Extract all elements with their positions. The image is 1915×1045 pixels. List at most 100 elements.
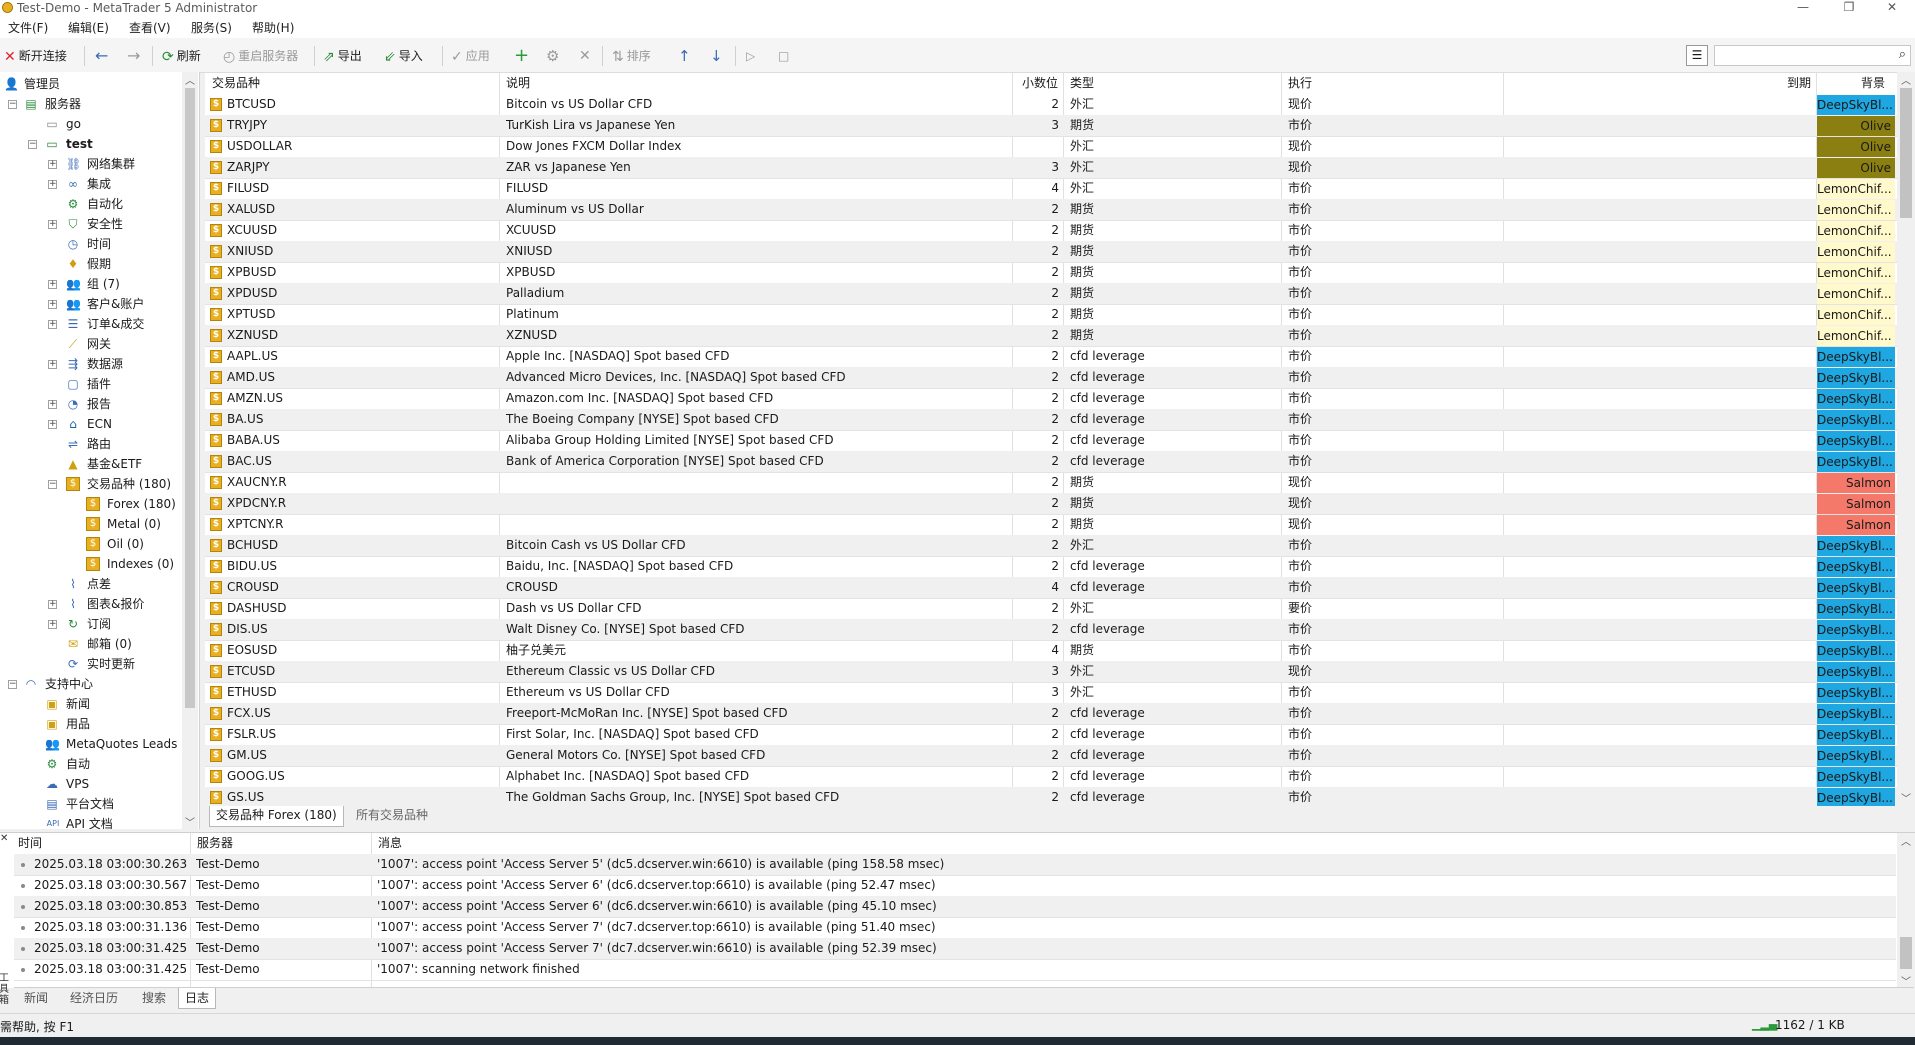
- table-row[interactable]: $ XCUUSD XCUUSD 2 期货 市价 LemonChif...: [205, 220, 1897, 242]
- nav-item[interactable]: + ☰ 订单&成交: [0, 314, 182, 334]
- navigator-scroll-thumb[interactable]: [185, 88, 195, 708]
- nav-item[interactable]: + ⛓ 网络集群: [0, 154, 182, 174]
- nav-item[interactable]: + ⌇ 图表&报价: [0, 594, 182, 614]
- table-row[interactable]: $ XPBUSD XPBUSD 2 期货 市价 LemonChif...: [205, 262, 1897, 284]
- nav-item[interactable]: $ Indexes (0): [0, 554, 182, 574]
- nav-item[interactable]: + 👥 组 (7): [0, 274, 182, 294]
- nav-item[interactable]: ⌇ 点差: [0, 574, 182, 594]
- nav-item[interactable]: ☁ VPS: [0, 774, 182, 794]
- nav-item[interactable]: + ⌂ ECN: [0, 414, 182, 434]
- forward-button[interactable]: →: [127, 47, 140, 65]
- table-row[interactable]: $ BA.US The Boeing Company [NYSE] Spot bas…: [205, 409, 1897, 431]
- nav-item[interactable]: ⟳ 实时更新: [0, 654, 182, 674]
- nav-item[interactable]: + ↻ 订阅: [0, 614, 182, 634]
- table-row[interactable]: $ ETCUSD Ethereum Classic vs US Dollar CFD…: [205, 661, 1897, 683]
- menu-view[interactable]: 查看(V): [129, 20, 171, 36]
- scroll-down-icon[interactable]: ﹀: [185, 814, 195, 829]
- nav-item[interactable]: ▢ 插件: [0, 374, 182, 394]
- disconnect-button[interactable]: ✕ 断开连接: [4, 47, 67, 65]
- nav-item[interactable]: ♦ 假期: [0, 254, 182, 274]
- nav-item[interactable]: ▣ 用品: [0, 714, 182, 734]
- table-row[interactable]: $ ZARJPY ZAR vs Japanese Yen 3 外汇 现价 Olive: [205, 157, 1897, 179]
- nav-item[interactable]: − ◠ 支持中心: [0, 674, 182, 694]
- nav-item[interactable]: ◷ 时间: [0, 234, 182, 254]
- scroll-up-icon[interactable]: ︿: [1901, 833, 1911, 848]
- expand-icon[interactable]: +: [48, 320, 57, 329]
- table-row[interactable]: $ BABA.US Alibaba Group Holding Limited [N…: [205, 430, 1897, 452]
- close-button[interactable]: ✕: [1869, 0, 1915, 17]
- journal-row[interactable]: 2025.03.18 03:00:30.853 Test-Demo '1007': …: [14, 896, 1896, 918]
- nav-item[interactable]: $ Forex (180): [0, 494, 182, 514]
- scroll-up-icon[interactable]: ︿: [185, 72, 195, 87]
- col-bg-header[interactable]: 背景: [1861, 73, 1885, 94]
- maximize-button[interactable]: ❐: [1826, 0, 1872, 17]
- nav-item[interactable]: API API 文档: [0, 814, 182, 829]
- nav-item[interactable]: − $ 交易品种 (180): [0, 474, 182, 494]
- close-toolbox-icon[interactable]: ✕: [0, 833, 8, 844]
- play-button[interactable]: ▷: [746, 47, 755, 65]
- table-row[interactable]: $ USDOLLAR Dow Jones FXCM Dollar Index 外汇 现价…: [205, 136, 1897, 158]
- expand-icon[interactable]: +: [48, 420, 57, 429]
- expand-icon[interactable]: +: [48, 280, 57, 289]
- table-row[interactable]: $ XPTCNY.R 2 期货 现价 Salmon: [205, 514, 1897, 536]
- search-input[interactable]: ⌕: [1714, 45, 1911, 66]
- collapse-icon[interactable]: −: [28, 140, 37, 149]
- tab-search[interactable]: 搜索: [136, 988, 172, 1008]
- grid-scroll-thumb[interactable]: [1900, 88, 1912, 218]
- sort-button[interactable]: ⇅ 排序: [612, 47, 651, 65]
- journal-row[interactable]: 2025.03.18 03:00:30.263 Test-Demo '1007': …: [14, 854, 1896, 876]
- table-row[interactable]: $ DIS.US Walt Disney Co. [NYSE] Spot based…: [205, 619, 1897, 641]
- table-row[interactable]: $ BIDU.US Baidu, Inc. [NASDAQ] Spot based …: [205, 556, 1897, 578]
- table-row[interactable]: $ FCX.US Freeport-McMoRan Inc. [NYSE] Spot…: [205, 703, 1897, 725]
- table-row[interactable]: $ XALUSD Aluminum vs US Dollar 2 期货 市价 LemonCh…: [205, 199, 1897, 221]
- table-row[interactable]: $ GOOG.US Alphabet Inc. [NASDAQ] Spot base…: [205, 766, 1897, 788]
- journal-server-header[interactable]: 服务器: [197, 833, 233, 854]
- col-desc-header[interactable]: 说明: [506, 73, 530, 94]
- nav-item[interactable]: ▤ 平台文档: [0, 794, 182, 814]
- export-button[interactable]: ⇗ 导出: [323, 47, 362, 65]
- expand-icon[interactable]: +: [48, 620, 57, 629]
- tab-forex-symbols[interactable]: 交易品种 Forex (180): [209, 806, 344, 827]
- table-row[interactable]: $ GM.US General Motors Co. [NYSE] Spot bas…: [205, 745, 1897, 767]
- table-row[interactable]: $ XPDCNY.R 2 期货 现价 Salmon: [205, 493, 1897, 515]
- restart-server-button[interactable]: ◴ 重启服务器: [223, 47, 298, 65]
- nav-item[interactable]: 👥 MetaQuotes Leads: [0, 734, 182, 754]
- table-row[interactable]: $ CROUSD CROUSD 4 cfd leverage 市价 DeepSkyBl...: [205, 577, 1897, 599]
- nav-item[interactable]: ⟋ 网关: [0, 334, 182, 354]
- nav-item[interactable]: ⚙ 自动: [0, 754, 182, 774]
- expand-icon[interactable]: +: [48, 220, 57, 229]
- menu-file[interactable]: 文件(F): [8, 20, 48, 36]
- table-row[interactable]: $ BCHUSD Bitcoin Cash vs US Dollar CFD 2 外汇 市…: [205, 535, 1897, 557]
- back-button[interactable]: ←: [95, 47, 108, 65]
- add-button[interactable]: +: [514, 47, 529, 65]
- col-type-header[interactable]: 类型: [1070, 73, 1094, 94]
- nav-item[interactable]: 👤 管理员: [0, 74, 182, 94]
- table-row[interactable]: $ DASHUSD Dash vs US Dollar CFD 2 外汇 要价 DeepSk…: [205, 598, 1897, 620]
- table-row[interactable]: $ AMZN.US Amazon.com Inc. [NASDAQ] Spot ba…: [205, 388, 1897, 410]
- nav-item[interactable]: − ▭ test: [0, 134, 182, 154]
- table-row[interactable]: $ TRYJPY TurKish Lira vs Japanese Yen 3 期货 市价…: [205, 115, 1897, 137]
- table-row[interactable]: $ EOSUSD 柚子兑美元 4 期货 市价 DeepSkyBl...: [205, 640, 1897, 662]
- journal-scrollbar[interactable]: ︿ ﹀: [1897, 833, 1915, 988]
- col-exec-header[interactable]: 执行: [1288, 73, 1312, 94]
- menu-help[interactable]: 帮助(H): [252, 20, 294, 36]
- menu-edit[interactable]: 编辑(E): [68, 20, 109, 36]
- expand-icon[interactable]: +: [48, 360, 57, 369]
- col-digits-header[interactable]: 小数位: [1022, 73, 1058, 94]
- journal-scroll-thumb[interactable]: [1900, 937, 1912, 969]
- table-row[interactable]: $ GS.US The Goldman Sachs Group, Inc. [NYS…: [205, 787, 1897, 806]
- nav-item[interactable]: $ Oil (0): [0, 534, 182, 554]
- table-row[interactable]: $ AMD.US Advanced Micro Devices, Inc. [NAS…: [205, 367, 1897, 389]
- expand-icon[interactable]: +: [48, 300, 57, 309]
- journal-row[interactable]: 2025.03.18 03:00:31.425 Test-Demo '1007': …: [14, 959, 1896, 981]
- nav-item[interactable]: + ⛉ 安全性: [0, 214, 182, 234]
- stop-button[interactable]: □: [778, 47, 789, 65]
- scroll-down-icon[interactable]: ﹀: [1901, 973, 1911, 988]
- apply-button[interactable]: ✓ 应用: [451, 47, 490, 65]
- import-button[interactable]: ⇙ 导入: [384, 47, 423, 65]
- journal-message-header[interactable]: 消息: [378, 833, 402, 854]
- table-row[interactable]: $ AAPL.US Apple Inc. [NASDAQ] Spot based C…: [205, 346, 1897, 368]
- expand-icon[interactable]: +: [48, 600, 57, 609]
- table-row[interactable]: $ FSLR.US First Solar, Inc. [NASDAQ] Spot …: [205, 724, 1897, 746]
- tab-journal[interactable]: 日志: [178, 988, 217, 1009]
